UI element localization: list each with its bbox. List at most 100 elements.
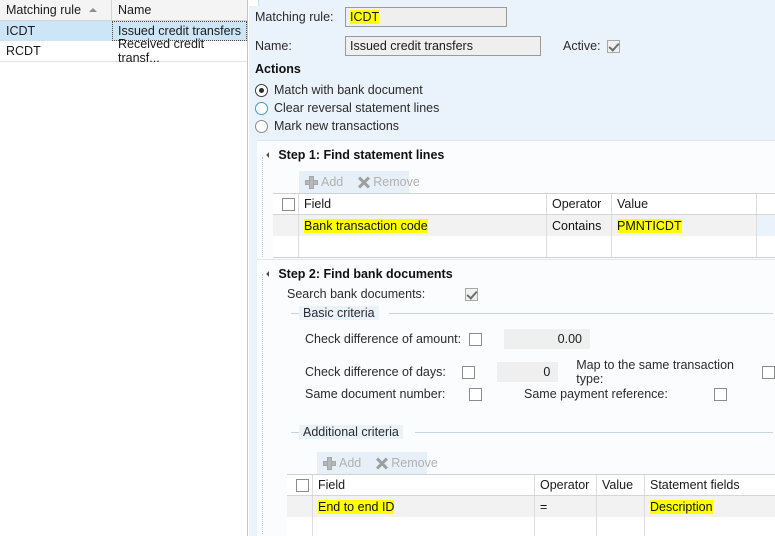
cell-field — [299, 236, 547, 257]
additional-criteria-remove-button[interactable]: Remove — [375, 456, 438, 470]
name-value: Issued credit transfers — [350, 39, 473, 53]
step2-toolbar: Add Remove — [317, 452, 438, 474]
check-difference-days-row: Check difference of days: 0 Map to the s… — [305, 358, 775, 386]
radio-clear-reversal-statement-lines[interactable]: Clear reversal statement lines — [255, 101, 439, 115]
column-header-value[interactable]: Value — [612, 194, 757, 214]
row-select-cell[interactable] — [273, 215, 299, 236]
matching-rule-input[interactable]: ICDT — [345, 7, 507, 27]
app-window: Matching rule Name ICDT Issued credit tr… — [0, 0, 775, 536]
cell-spacer — [757, 215, 775, 236]
step1-add-label: Add — [321, 175, 344, 189]
select-all-cell[interactable] — [273, 194, 299, 214]
column-header-operator[interactable]: Operator — [535, 475, 597, 495]
table-row-empty[interactable] — [273, 236, 775, 257]
radio-label: Match with bank document — [274, 83, 423, 97]
matching-rule-detail-form: Matching rule: ICDT Name: Issued credit … — [249, 0, 775, 536]
collapse-triangle-icon — [266, 271, 272, 277]
cell-operator[interactable]: Contains — [547, 215, 612, 236]
cell-field[interactable]: End to end ID — [313, 496, 535, 517]
name-input[interactable]: Issued credit transfers — [345, 36, 541, 56]
column-header-spacer — [757, 194, 775, 214]
cell-value[interactable]: PMNTICDT — [612, 215, 757, 236]
check-difference-amount-checkbox[interactable] — [469, 332, 482, 346]
matching-rule-field-row: Matching rule: ICDT — [255, 7, 507, 27]
step1-remove-button[interactable]: Remove — [357, 175, 420, 189]
row-select-cell[interactable] — [287, 496, 313, 517]
indent-guide — [262, 274, 264, 534]
grid-header: Matching rule Name — [0, 0, 247, 21]
same-document-number-checkbox[interactable] — [469, 387, 482, 401]
check-difference-days-checkbox[interactable] — [461, 365, 475, 379]
table-row[interactable]: RCDT Received credit transf... — [0, 37, 247, 65]
step2-header[interactable]: Step 2: Find bank documents — [266, 267, 453, 281]
column-header-matching-rule-label: Matching rule — [6, 3, 82, 17]
close-icon — [357, 176, 370, 189]
active-label: Active: — [563, 39, 601, 53]
active-checkbox[interactable] — [606, 39, 620, 53]
table-row[interactable]: End to end ID = Description — [287, 496, 775, 517]
cell-operator[interactable]: = — [535, 496, 597, 517]
cell-value — [597, 517, 645, 536]
table-row[interactable]: Bank transaction code Contains PMNTICDT — [273, 215, 775, 236]
column-header-field[interactable]: Field — [313, 475, 535, 495]
radio-selected-icon — [255, 83, 268, 97]
cell-field — [313, 517, 535, 536]
radio-match-with-bank-document[interactable]: Match with bank document — [255, 83, 439, 97]
cell-statement-fields — [645, 517, 775, 536]
step1-add-button[interactable]: Add — [305, 175, 343, 189]
plus-icon — [323, 456, 336, 470]
radio-label: Mark new transactions — [274, 119, 400, 133]
step1-grid-header: Field Operator Value — [273, 194, 775, 215]
same-payment-reference-label: Same payment reference: — [524, 387, 668, 401]
additional-criteria-grid-header: Field Operator Value Statement fields — [287, 475, 775, 496]
step1-title: Step 1: Find statement lines — [278, 148, 445, 162]
search-bank-documents-checkbox[interactable] — [465, 287, 478, 301]
select-all-checkbox[interactable] — [281, 197, 295, 211]
same-document-number-label: Same document number: — [305, 387, 446, 401]
select-all-checkbox[interactable] — [295, 478, 309, 492]
check-difference-amount-value[interactable]: 0.00 — [504, 329, 590, 349]
same-payment-reference-checkbox[interactable] — [714, 387, 727, 401]
indent-guide — [262, 157, 264, 257]
table-row-empty[interactable] — [287, 517, 775, 536]
radio-mark-new-transactions[interactable]: Mark new transactions — [255, 119, 439, 133]
cell-matching-rule: RCDT — [6, 44, 41, 58]
column-header-matching-rule[interactable]: Matching rule — [0, 0, 112, 20]
additional-criteria-remove-label: Remove — [391, 456, 438, 470]
map-same-transaction-type-checkbox[interactable] — [762, 365, 775, 379]
step1-header[interactable]: Step 1: Find statement lines — [266, 148, 445, 162]
matching-rule-value: ICDT — [350, 10, 380, 24]
collapse-triangle-icon — [266, 152, 272, 158]
cell-spacer — [757, 236, 775, 257]
step1-toolbar: Add Remove — [299, 171, 420, 193]
cell-value-text: PMNTICDT — [617, 218, 682, 233]
cell-value — [612, 236, 757, 257]
additional-criteria-label: Additional criteria — [299, 425, 403, 439]
cell-statement-fields[interactable]: Description — [645, 496, 775, 517]
step1-grid: Field Operator Value Bank transaction co… — [273, 193, 775, 258]
column-header-name[interactable]: Name — [112, 0, 247, 20]
cell-field[interactable]: Bank transaction code — [299, 215, 547, 236]
name-label: Name: — [255, 39, 292, 53]
plus-icon — [305, 175, 318, 189]
column-header-statement-fields[interactable]: Statement fields — [645, 475, 775, 495]
search-bank-documents-label: Search bank documents: — [287, 287, 426, 301]
cell-operator — [547, 236, 612, 257]
cell-value[interactable] — [597, 496, 645, 517]
group-line-left — [291, 313, 299, 314]
basic-criteria-label: Basic criteria — [299, 306, 379, 320]
check-difference-days-value[interactable]: 0 — [496, 362, 559, 382]
column-header-field[interactable]: Field — [299, 194, 547, 214]
step2-title: Step 2: Find bank documents — [278, 267, 453, 281]
matching-rules-grid: Matching rule Name ICDT Issued credit tr… — [0, 0, 248, 536]
radio-label: Clear reversal statement lines — [274, 101, 440, 115]
same-document-number-row: Same document number: Same payment refer… — [305, 387, 727, 401]
map-same-transaction-type-label: Map to the same transaction type: — [576, 358, 734, 386]
column-header-value[interactable]: Value — [597, 475, 645, 495]
select-all-cell[interactable] — [287, 475, 313, 495]
additional-criteria-add-button[interactable]: Add — [323, 456, 361, 470]
column-header-operator[interactable]: Operator — [547, 194, 612, 214]
cell-field-value: Bank transaction code — [304, 218, 428, 233]
matching-rule-label: Matching rule: — [255, 10, 334, 24]
group-line-right — [389, 313, 773, 314]
